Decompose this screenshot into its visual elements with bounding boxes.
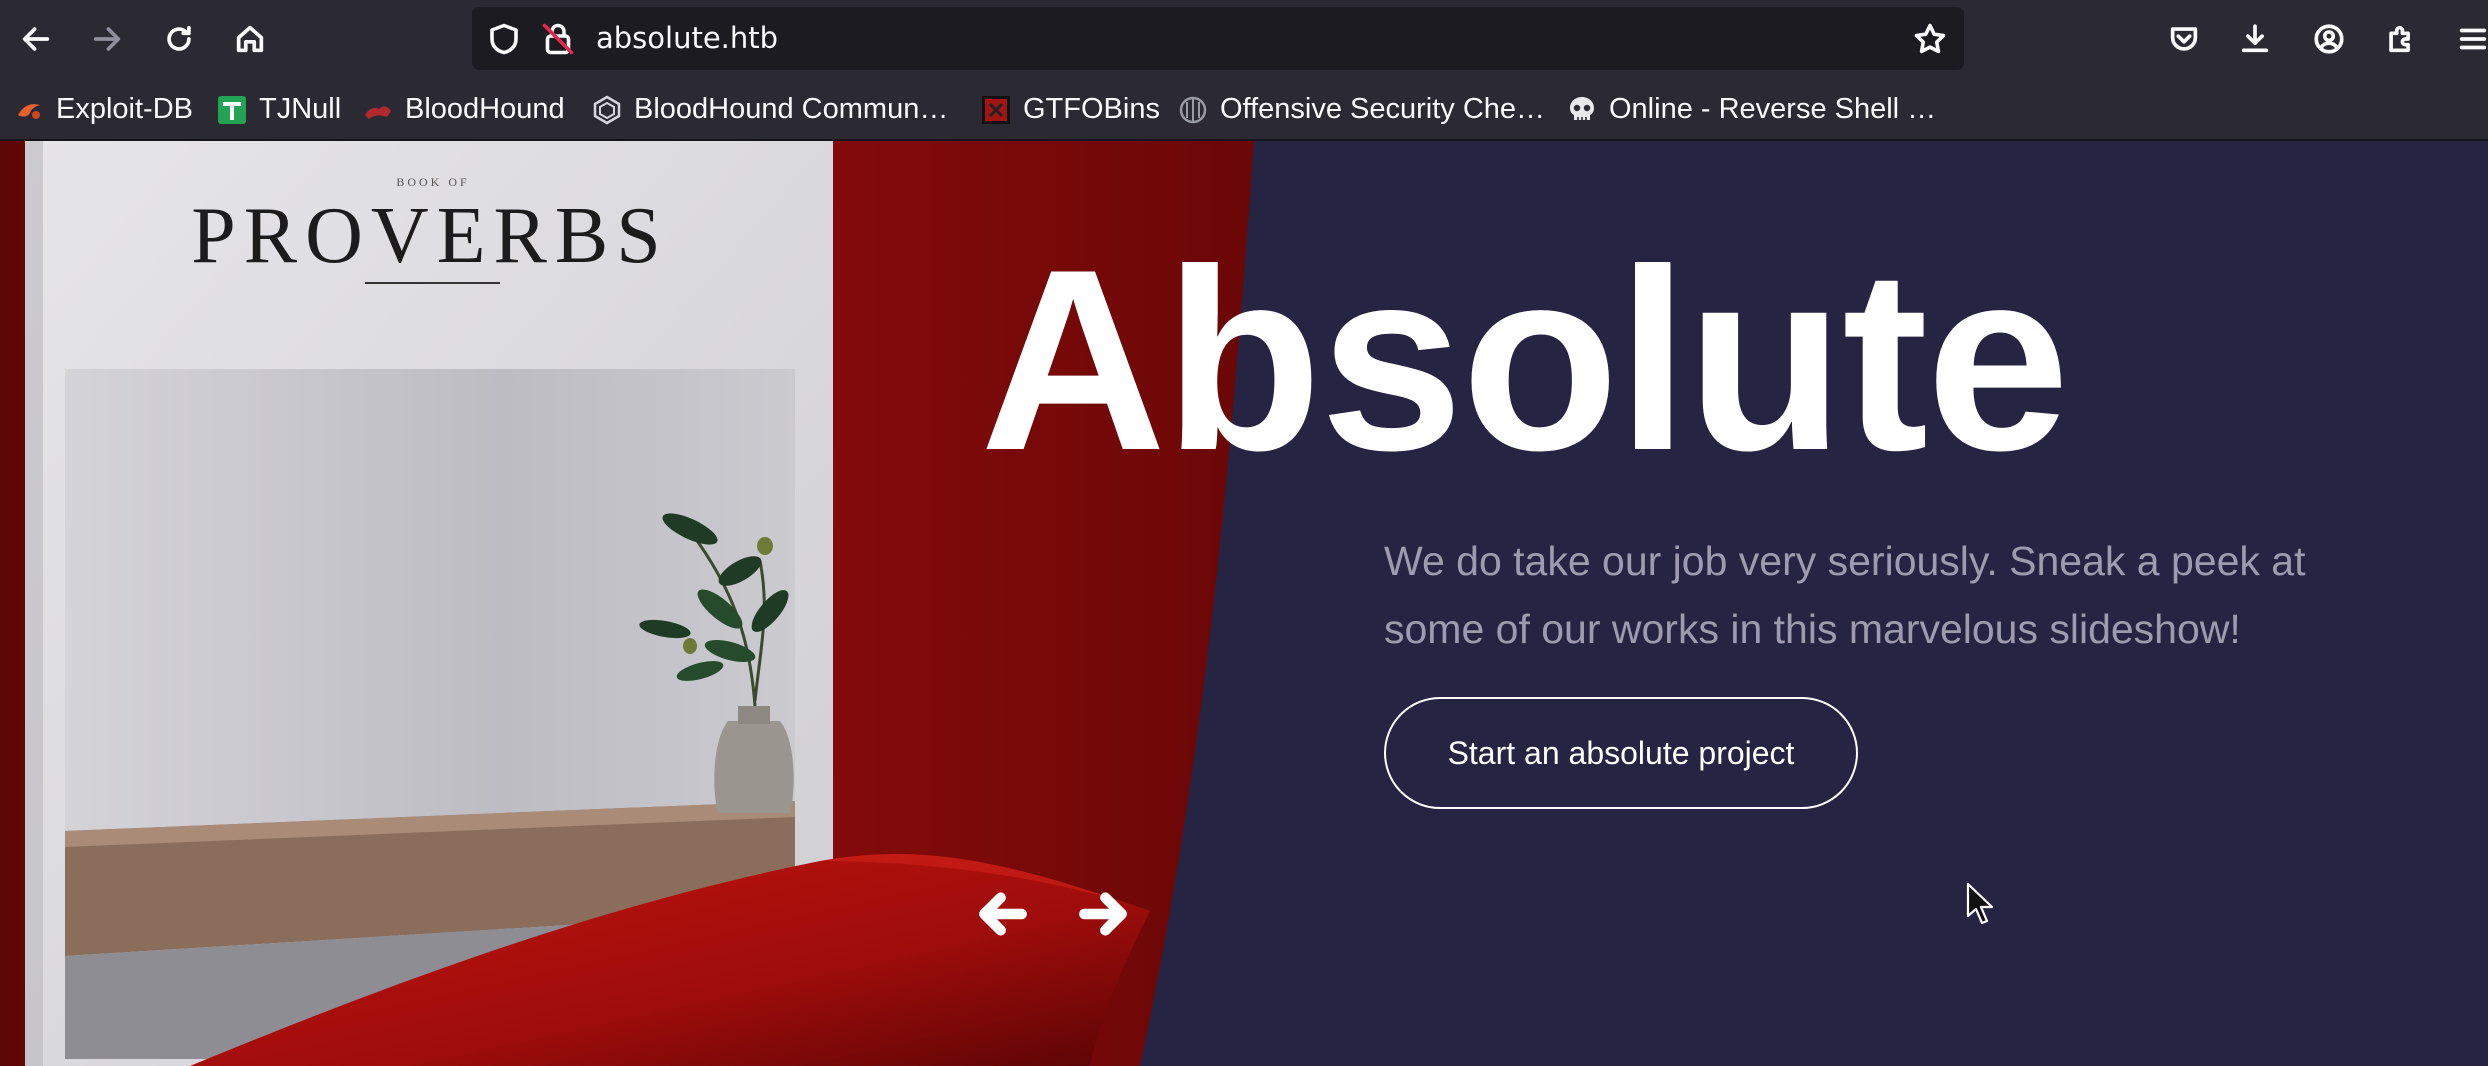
bookmark-star-icon[interactable] bbox=[1912, 21, 1948, 57]
bookmarks-toolbar: Exploit-DB TJNull BloodHound BloodHound … bbox=[0, 78, 2488, 141]
insecure-lock-icon[interactable] bbox=[540, 21, 576, 57]
reload-icon[interactable] bbox=[154, 14, 204, 64]
bookmark-label: TJNull bbox=[259, 93, 342, 125]
arrow-right-icon[interactable] bbox=[1075, 886, 1131, 942]
forward-icon[interactable] bbox=[82, 14, 132, 64]
start-project-button[interactable]: Start an absolute project bbox=[1384, 697, 1858, 809]
exploit-db-icon bbox=[14, 95, 44, 125]
arrow-left-icon[interactable] bbox=[975, 886, 1031, 942]
bookmark-bloodhound[interactable]: BloodHound bbox=[363, 78, 565, 141]
url-text[interactable]: absolute.htb bbox=[596, 7, 778, 70]
gtfobins-icon bbox=[981, 95, 1011, 125]
bookmark-gtfobins[interactable]: GTFOBins bbox=[981, 78, 1160, 141]
mouse-cursor-icon bbox=[1966, 882, 1996, 926]
book-caption: BOOK OF bbox=[396, 175, 470, 189]
bookmark-offensive-security-cheatsheet[interactable]: Offensive Security Che… bbox=[1178, 78, 1545, 141]
account-icon[interactable] bbox=[2304, 14, 2354, 64]
book-title: PROVERBS bbox=[191, 192, 669, 280]
hero-section: BOOK OF PROVERBS Absolute We do take our… bbox=[0, 141, 2488, 1066]
bloodhound-community-icon bbox=[592, 95, 622, 125]
extensions-icon[interactable] bbox=[2376, 14, 2426, 64]
back-icon[interactable] bbox=[11, 14, 61, 64]
bookmark-label: Online - Reverse Shell … bbox=[1609, 93, 1937, 125]
book-rule bbox=[365, 282, 500, 284]
url-bar[interactable]: absolute.htb bbox=[472, 7, 1964, 70]
hero-description: We do take our job very seriously. Sneak… bbox=[1384, 538, 2306, 652]
offsec-cheatsheet-icon bbox=[1178, 95, 1208, 125]
home-icon[interactable] bbox=[225, 14, 275, 64]
download-icon[interactable] bbox=[2230, 14, 2280, 64]
pocket-icon[interactable] bbox=[2159, 14, 2209, 64]
bloodhound-icon bbox=[363, 95, 393, 125]
shield-icon[interactable] bbox=[486, 21, 522, 57]
bookmark-reverse-shell[interactable]: Online - Reverse Shell … bbox=[1567, 78, 1936, 141]
bookmark-label: GTFOBins bbox=[1023, 93, 1160, 125]
tjnull-icon bbox=[217, 95, 247, 125]
skull-icon bbox=[1567, 95, 1597, 125]
bookmark-label: Exploit-DB bbox=[56, 93, 193, 125]
bookmark-exploit-db[interactable]: Exploit-DB bbox=[14, 78, 193, 141]
menu-icon[interactable] bbox=[2448, 14, 2488, 64]
hero-title: Absolute bbox=[980, 215, 2070, 504]
bookmark-label: BloodHound Commun… bbox=[634, 93, 949, 125]
browser-toolbar: absolute.htb bbox=[0, 0, 2488, 78]
bookmark-label: Offensive Security Che… bbox=[1220, 93, 1546, 125]
bookmark-tjnull[interactable]: TJNull bbox=[217, 78, 341, 141]
bookmark-label: BloodHound bbox=[405, 93, 565, 125]
bookmark-bloodhound-community[interactable]: BloodHound Commun… bbox=[592, 78, 948, 141]
